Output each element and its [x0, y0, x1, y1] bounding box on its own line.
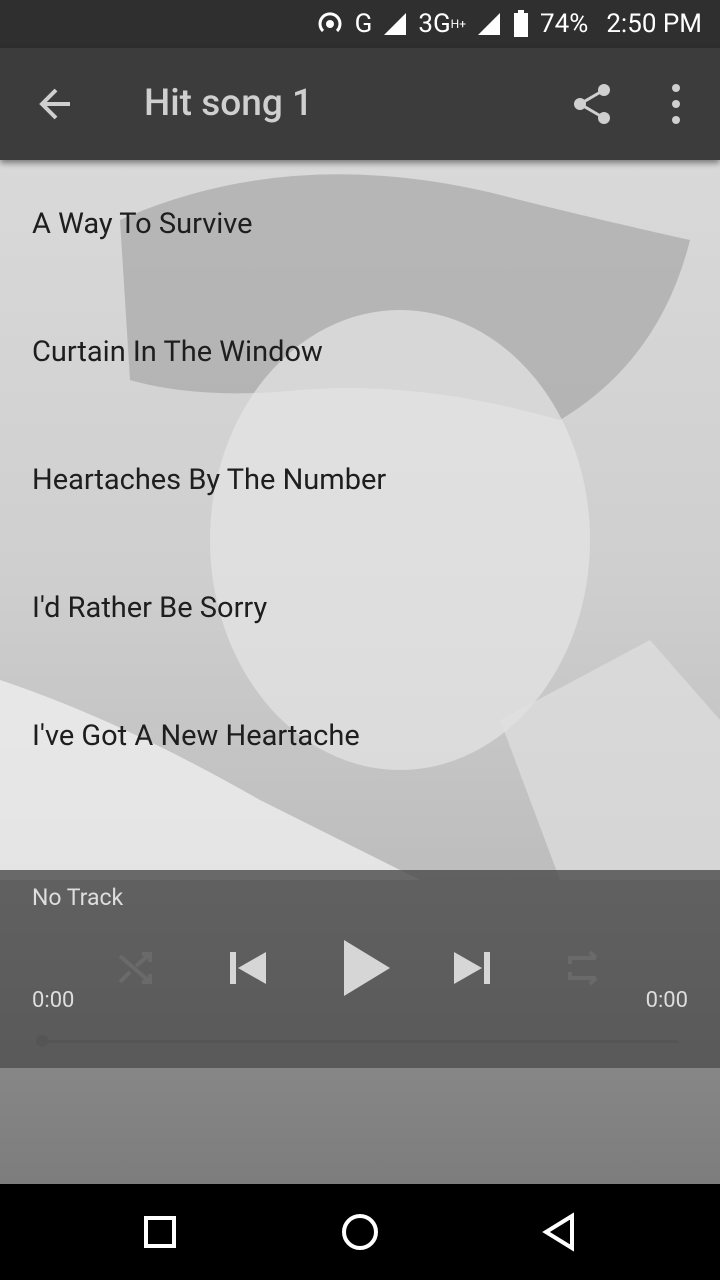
- shuffle-icon[interactable]: [116, 948, 156, 992]
- song-item[interactable]: Heartaches By The Number: [0, 416, 720, 544]
- song-list: A Way To Survive Curtain In The Window H…: [0, 160, 720, 800]
- signal-icon-2: [476, 11, 502, 37]
- battery-percent: 74%: [540, 9, 589, 39]
- repeat-icon[interactable]: [562, 946, 606, 994]
- page-title: Hit song 1: [144, 82, 314, 125]
- app-bar: Hit song 1: [0, 48, 720, 160]
- total-time: 0:00: [645, 988, 688, 1013]
- navigation-bar: [0, 1184, 720, 1280]
- back-icon[interactable]: [536, 1208, 584, 1256]
- hotspot-icon: [315, 9, 345, 39]
- clock: 2:50 PM: [606, 9, 702, 39]
- home-icon[interactable]: [336, 1208, 384, 1256]
- skip-previous-icon[interactable]: [226, 946, 270, 994]
- play-icon[interactable]: [338, 938, 394, 1002]
- network-type-3g-label: 3G: [418, 9, 451, 39]
- media-player: No Track 0:00 0:00: [0, 870, 720, 1068]
- seek-bar[interactable]: [42, 1040, 678, 1043]
- recents-icon[interactable]: [136, 1208, 184, 1256]
- track-title: No Track: [32, 884, 124, 911]
- more-options-icon[interactable]: [654, 78, 698, 130]
- network-type-3g: 3G H+: [418, 9, 466, 39]
- song-item[interactable]: Curtain In The Window: [0, 288, 720, 416]
- skip-next-icon[interactable]: [450, 946, 494, 994]
- signal-icon: [382, 11, 408, 37]
- elapsed-time: 0:00: [32, 988, 75, 1013]
- network-type-3g-sup: H+: [450, 17, 467, 31]
- back-arrow-icon[interactable]: [28, 76, 84, 132]
- song-item[interactable]: I've Got A New Heartache: [0, 672, 720, 800]
- song-item[interactable]: I'd Rather Be Sorry: [0, 544, 720, 672]
- battery-icon: [512, 9, 530, 39]
- share-icon[interactable]: [566, 78, 618, 130]
- seek-thumb[interactable]: [36, 1035, 48, 1047]
- status-bar: G 3G H+ 74% 2:50 PM: [0, 0, 720, 48]
- song-item[interactable]: A Way To Survive: [0, 160, 720, 288]
- network-type-g: G: [354, 9, 373, 39]
